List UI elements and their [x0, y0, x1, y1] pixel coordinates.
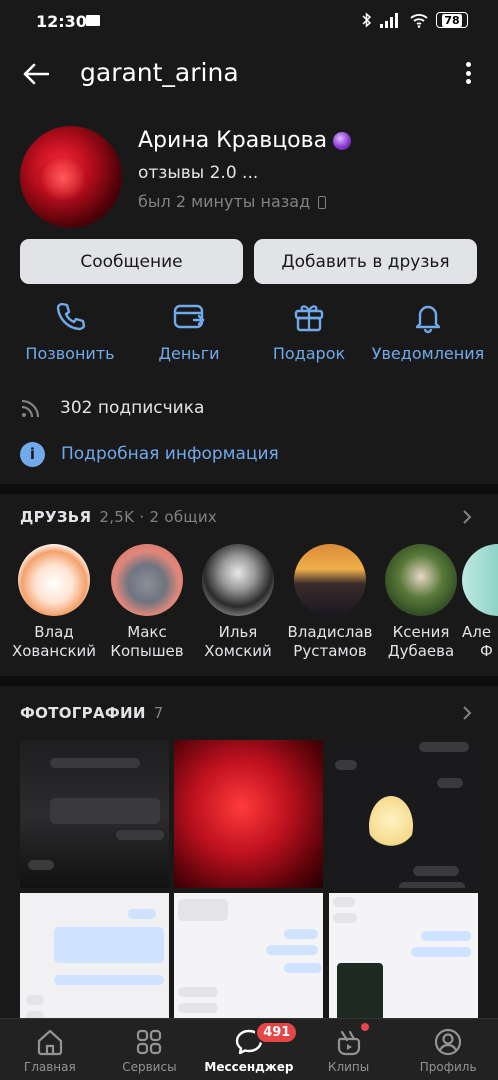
friend-first-name: Влад [34, 623, 74, 641]
chevron-right-icon[interactable] [460, 510, 474, 524]
friends-count: 2,5K · 2 общих [99, 508, 218, 526]
friend-last-name: Ф [480, 642, 493, 660]
details-label: Подробная информация [61, 444, 279, 464]
profile-name: Арина Кравцова [138, 127, 352, 155]
mobile-device-icon [318, 195, 327, 209]
money-icon [173, 304, 205, 329]
photos-title: ФОТОГРАФИИ [20, 704, 146, 722]
back-button[interactable] [18, 56, 54, 92]
friend-last-name: Хованский [11, 642, 97, 660]
message-button[interactable]: Сообщение [20, 239, 243, 284]
last-seen-text: был 2 минуты назад [138, 192, 311, 211]
friend-last-name: Копышев [110, 642, 184, 660]
money-action[interactable]: Деньги [129, 300, 249, 363]
money-label: Деньги [158, 344, 220, 363]
tab-messenger-label: Мессенджер [204, 1060, 294, 1074]
friend-item[interactable]: Илья Хомский [190, 544, 286, 661]
friend-first-name: Макс [127, 623, 167, 641]
arrow-left-icon [23, 63, 49, 85]
info-icon: i [20, 441, 45, 467]
gift-action[interactable]: Подарок [249, 300, 369, 363]
tab-messenger[interactable]: Мессенджер 491 [199, 1019, 299, 1080]
call-label: Позвонить [25, 344, 115, 363]
details-link[interactable]: i Подробная информация [20, 440, 279, 468]
wifi-icon [410, 14, 428, 28]
friend-avatar [462, 544, 498, 616]
unread-badge: 491 [255, 1021, 299, 1044]
friend-item[interactable]: Влад Хованский [6, 544, 102, 661]
mail-notification-icon [86, 15, 100, 26]
phone-icon [56, 302, 86, 331]
friend-avatar [111, 544, 183, 616]
friend-avatar [385, 544, 457, 616]
friend-first-name: Илья [218, 623, 258, 641]
tab-home[interactable]: Главная [0, 1019, 100, 1080]
more-menu-button[interactable] [458, 58, 478, 88]
photo-thumbnail[interactable] [20, 740, 169, 888]
services-grid-icon [137, 1029, 162, 1055]
tab-profile[interactable]: Профиль [398, 1019, 498, 1080]
photo-thumbnail[interactable] [329, 893, 478, 1020]
signal-icon [380, 13, 398, 28]
tab-clips[interactable]: Клипы [299, 1019, 399, 1080]
profile-status: отзывы 2.0 ... [138, 163, 259, 183]
section-divider [0, 676, 498, 686]
friends-header[interactable]: ДРУЗЬЯ 2,5K · 2 общих [20, 508, 217, 526]
photo-thumbnail[interactable] [174, 893, 323, 1020]
profile-icon [435, 1028, 462, 1056]
profile-name-text: Арина Кравцова [138, 128, 328, 153]
battery-indicator: 78 [436, 12, 468, 28]
photos-count: 7 [153, 704, 164, 722]
profile-online-status: был 2 минуты назад [138, 190, 327, 214]
clips-icon [337, 1030, 360, 1056]
friends-title: ДРУЗЬЯ [20, 508, 92, 526]
tab-profile-label: Профиль [419, 1060, 477, 1074]
gift-icon [294, 305, 324, 332]
subscribers-count: 302 подписчика [60, 398, 205, 418]
tab-services[interactable]: Сервисы [100, 1019, 200, 1080]
friend-item[interactable]: Владислав Рустамов [282, 544, 378, 661]
section-divider [0, 484, 498, 494]
crystal-ball-icon [333, 132, 352, 150]
status-time: 12:30 [36, 12, 87, 31]
friend-avatar [202, 544, 274, 616]
tab-home-label: Главная [23, 1060, 76, 1074]
avatar[interactable] [20, 126, 122, 228]
friend-last-name: Хомский [204, 642, 272, 660]
friend-first-name: Але [462, 623, 492, 641]
page-title: garant_arina [80, 58, 239, 87]
add-friend-button[interactable]: Добавить в друзья [254, 239, 477, 284]
tab-clips-label: Клипы [327, 1060, 370, 1074]
chevron-right-icon[interactable] [460, 706, 474, 720]
friends-list: Влад Хованский Макс Копышев Илья Хомский… [0, 544, 498, 664]
photo-thumbnail[interactable] [20, 893, 169, 1020]
photo-thumbnail[interactable] [174, 740, 323, 888]
friend-first-name: Ксения [392, 623, 450, 641]
bluetooth-icon [362, 12, 372, 28]
bell-icon [415, 305, 441, 334]
photo-thumbnail[interactable] [329, 740, 478, 888]
home-icon [37, 1029, 62, 1056]
friend-last-name: Дубаева [387, 642, 455, 660]
friend-item[interactable]: Ксения Дубаева [373, 544, 469, 661]
photos-grid [20, 740, 498, 1020]
call-action[interactable]: Позвонить [10, 300, 130, 363]
friend-avatar [294, 544, 366, 616]
friend-last-name: Рустамов [293, 642, 367, 660]
notifications-label: Уведомления [371, 344, 485, 363]
friend-item[interactable]: Але Ф [462, 544, 498, 661]
photos-header[interactable]: ФОТОГРАФИИ 7 [20, 704, 164, 722]
gift-label: Подарок [272, 344, 346, 363]
friend-first-name: Владислав [287, 623, 373, 641]
notifications-action[interactable]: Уведомления [368, 300, 488, 363]
status-indicators: 78 [362, 12, 468, 28]
new-indicator-dot [360, 1023, 369, 1031]
friend-item[interactable]: Макс Копышев [99, 544, 195, 661]
tab-services-label: Сервисы [122, 1060, 177, 1074]
subscribers-row[interactable]: 302 подписчика [20, 394, 204, 422]
rss-icon [21, 399, 40, 418]
friend-avatar [18, 544, 90, 616]
bottom-tab-bar: Главная Сервисы Мессенджер 491 Клипы Про… [0, 1018, 498, 1080]
